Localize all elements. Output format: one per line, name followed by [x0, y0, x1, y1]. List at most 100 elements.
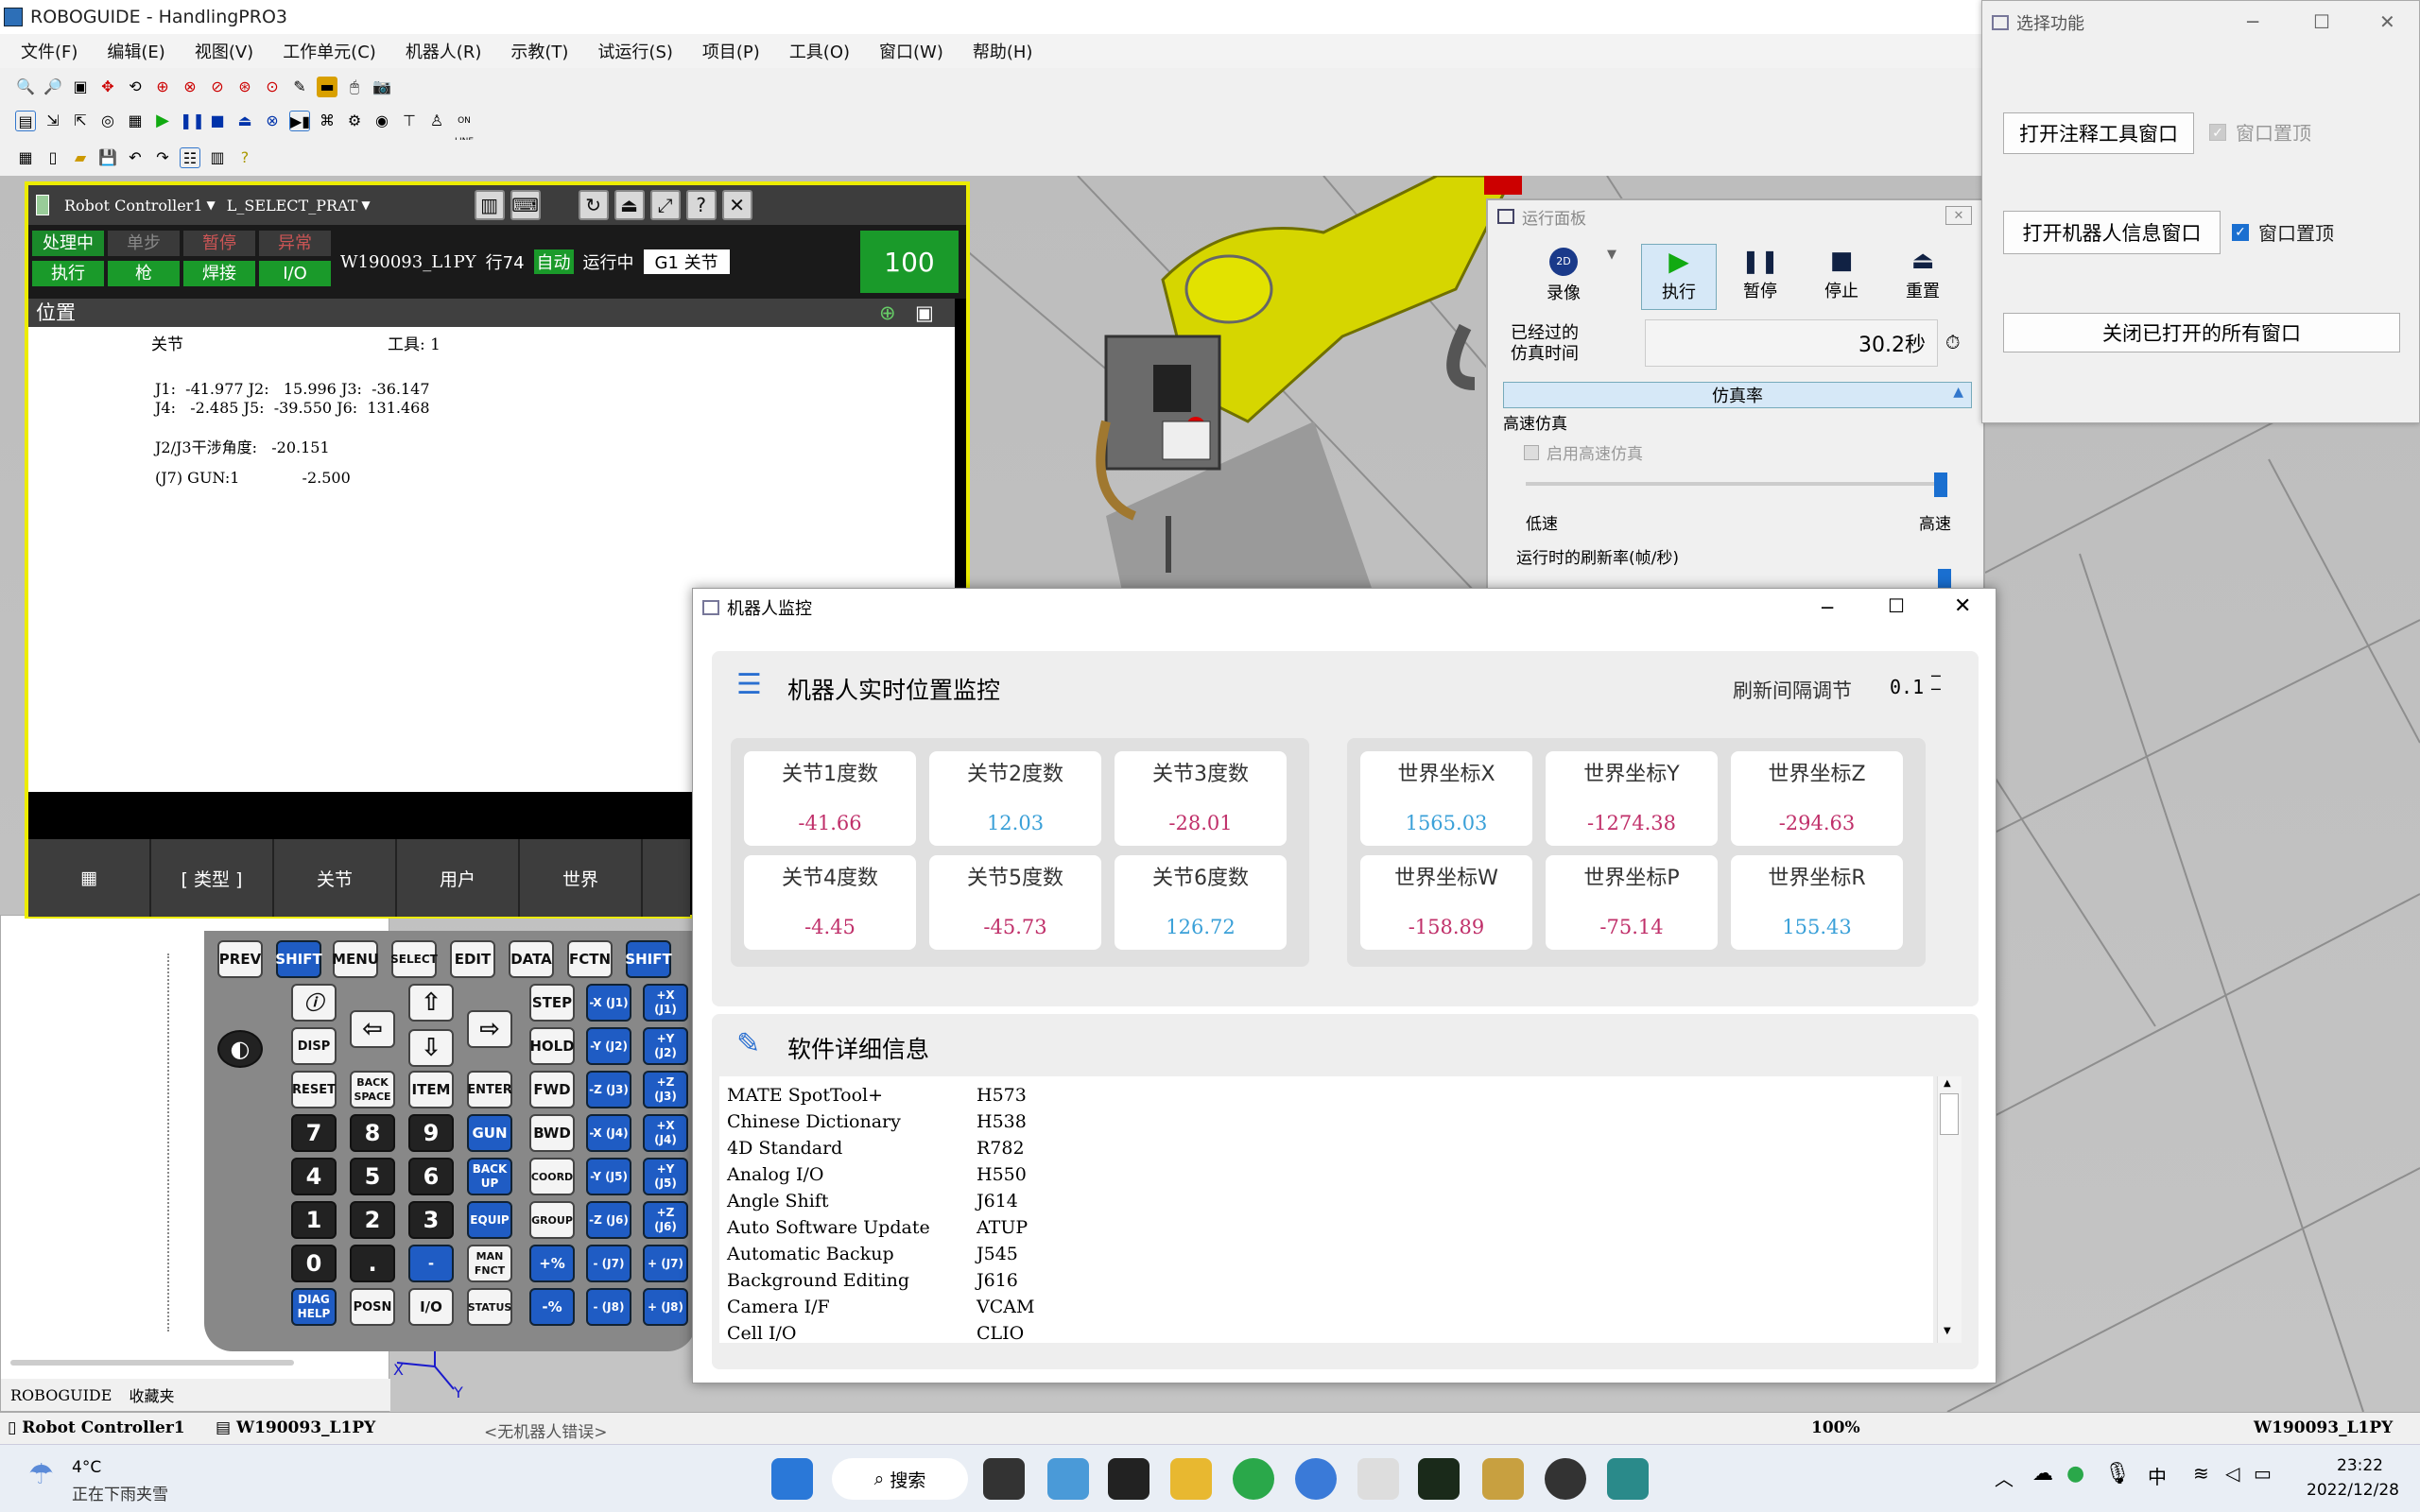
timer-icon[interactable]: ⏱	[1945, 331, 1961, 353]
python-app-icon[interactable]	[1607, 1458, 1649, 1500]
close-icon[interactable]: ✕	[721, 190, 752, 220]
menu-test-run[interactable]: 试运行(S)	[597, 39, 672, 63]
tab-favorites[interactable]: 收藏夹	[129, 1383, 174, 1406]
menu-tools[interactable]: 工具(O)	[789, 39, 850, 63]
key-plus-z-j6[interactable]: +Z (J6)	[643, 1201, 688, 1239]
key-fctn[interactable]: FCTN	[567, 940, 613, 978]
fixture-icon[interactable]: ⊤	[399, 111, 420, 131]
tab-roboguide[interactable]: ROBOGUIDE	[10, 1386, 112, 1404]
key-0[interactable]: 0	[291, 1245, 337, 1282]
tray-app-icon[interactable]: ☁	[2032, 1462, 2053, 1486]
teach-pendant-icon[interactable]: ▤	[15, 111, 36, 131]
menu-help[interactable]: 帮助(H)	[973, 39, 1033, 63]
mouse-icon[interactable]: 🖱	[344, 77, 365, 97]
run-icon[interactable]: ▶	[152, 111, 173, 131]
arrow-left-key-icon[interactable]: ⇦	[350, 1010, 395, 1048]
menu-teach[interactable]: 示教(T)	[510, 39, 568, 63]
spin-buttons-icon[interactable]: ─ ─	[1931, 669, 1941, 697]
key-fwd[interactable]: FWD	[529, 1071, 575, 1108]
scroll-down-icon[interactable]: ▼	[1944, 1326, 1951, 1336]
zoom-in-icon[interactable]: ⊕	[879, 299, 896, 327]
key-backspace[interactable]: BACK SPACE	[350, 1071, 395, 1108]
chrome-icon[interactable]	[1295, 1458, 1337, 1500]
run-panel-icon[interactable]: ▶▮	[289, 111, 310, 131]
battery-icon[interactable]: ▭	[2254, 1462, 2272, 1485]
terminal-icon[interactable]	[1108, 1458, 1150, 1500]
key-5[interactable]: 5	[350, 1158, 395, 1195]
open-annotation-button[interactable]: 打开注释工具窗口	[2003, 112, 2194, 154]
key-9[interactable]: 9	[408, 1114, 454, 1152]
key-io[interactable]: I/O	[408, 1288, 454, 1326]
resize-icon[interactable]: ⤢	[649, 190, 681, 220]
save-icon[interactable]: 💾	[97, 147, 118, 168]
key-menu[interactable]: MENU	[332, 940, 379, 978]
key-step[interactable]: STEP	[529, 984, 575, 1022]
start-icon[interactable]	[771, 1458, 813, 1500]
tree-icon[interactable]: ☷	[180, 147, 200, 168]
maximize-icon[interactable]: ☐	[2313, 10, 2330, 33]
program2-icon[interactable]: ⇱	[70, 111, 91, 131]
cells-icon[interactable]: ▦	[125, 111, 146, 131]
fkey-user[interactable]: 用户	[397, 839, 520, 917]
tray-wechat-icon[interactable]: ●	[2066, 1462, 2084, 1486]
help-icon[interactable]: ?	[234, 147, 255, 168]
key-equip[interactable]: EQUIP	[467, 1201, 512, 1239]
taskbar-search[interactable]: ⌕ 搜索	[832, 1458, 968, 1500]
close-icon[interactable]: ✕	[1954, 594, 1971, 618]
rotate-icon[interactable]: ⟲	[125, 77, 146, 97]
key-bwd[interactable]: BWD	[529, 1114, 575, 1152]
task-view-icon[interactable]	[983, 1458, 1025, 1500]
key-data[interactable]: DATA	[509, 940, 554, 978]
split-view-icon[interactable]: ▣	[915, 299, 934, 327]
chevron-down-icon[interactable]: ▼	[361, 198, 370, 212]
key-minus-z-j3[interactable]: -Z (J3)	[586, 1071, 631, 1108]
key-shift-left[interactable]: SHIFT	[275, 940, 322, 978]
tray-chevron-icon[interactable]: ︿	[1995, 1464, 2014, 1491]
chevron-down-icon[interactable]: ▼	[1607, 248, 1616, 262]
key-minus[interactable]: -	[408, 1245, 454, 1282]
fkey-type[interactable]: [ 类型 ]	[151, 839, 274, 917]
keyboard-icon[interactable]: ▥	[474, 190, 505, 220]
stop-button[interactable]: ■ 停止	[1804, 244, 1879, 310]
pause-icon[interactable]: ❚❚	[180, 111, 205, 131]
annotation-topmost-checkbox[interactable]: ✓ 窗口置顶	[2209, 118, 2311, 146]
software-list[interactable]: MATE SpotTool+ H573 Chinese Dictionary H538…	[719, 1076, 1933, 1343]
robot-info-topmost-checkbox[interactable]: ✓ 窗口置顶	[2232, 218, 2334, 246]
move-icon[interactable]: ✥	[97, 77, 118, 97]
folder-icon[interactable]: ▰	[70, 147, 91, 168]
maximize-icon[interactable]: ☐	[1888, 594, 1905, 617]
key-coord[interactable]: COORD	[529, 1158, 575, 1195]
redo-icon[interactable]: ↷	[152, 147, 173, 168]
zoom-in-icon[interactable]: 🔎	[43, 77, 63, 97]
zoom-icon[interactable]: 🔍	[15, 77, 36, 97]
stop-icon[interactable]: ■	[207, 111, 228, 131]
arrow-up-key-icon[interactable]: ⇧	[408, 984, 454, 1022]
fkey-world[interactable]: 世界	[520, 839, 643, 917]
key-plus-percent[interactable]: +%	[529, 1245, 575, 1282]
key-enter[interactable]: ENTER	[467, 1071, 512, 1108]
key-minus-y-j5[interactable]: -Y (J5)	[586, 1158, 631, 1195]
key-shift-right[interactable]: SHIFT	[625, 940, 672, 978]
pycharm-icon[interactable]	[1418, 1458, 1460, 1500]
key-minus-j8[interactable]: - (J8)	[586, 1288, 631, 1326]
record-icon[interactable]: ◎	[97, 111, 118, 131]
menu-view[interactable]: 视图(V)	[195, 39, 253, 63]
key-edit[interactable]: EDIT	[450, 940, 495, 978]
microphone-icon[interactable]: 🎙	[2104, 1462, 2131, 1486]
key-status[interactable]: STATUS	[467, 1288, 512, 1326]
chevron-down-icon[interactable]: ▼	[207, 198, 216, 212]
menu-robot[interactable]: 机器人(R)	[406, 39, 482, 63]
key-item[interactable]: ITEM	[408, 1071, 454, 1108]
key-plus-j7[interactable]: + (J7)	[643, 1245, 688, 1282]
menu-cell[interactable]: 工作单元(C)	[283, 39, 376, 63]
jog4-icon[interactable]: ⊙	[262, 77, 283, 97]
key-minus-percent[interactable]: -%	[529, 1288, 575, 1326]
menu-window[interactable]: 窗口(W)	[879, 39, 943, 63]
help-circle-icon[interactable]: ?	[685, 190, 717, 220]
clock-date[interactable]: 2022/12/28	[2307, 1481, 2399, 1500]
keyboard2-icon[interactable]: ⌨	[510, 190, 541, 220]
wifi-icon[interactable]: ≋	[2193, 1462, 2209, 1485]
vertical-scrollbar[interactable]: ▲ ▼	[1937, 1076, 1962, 1343]
open-robot-info-button[interactable]: 打开机器人信息窗口	[2003, 211, 2221, 254]
info-key-icon[interactable]: ⓘ	[291, 984, 337, 1022]
